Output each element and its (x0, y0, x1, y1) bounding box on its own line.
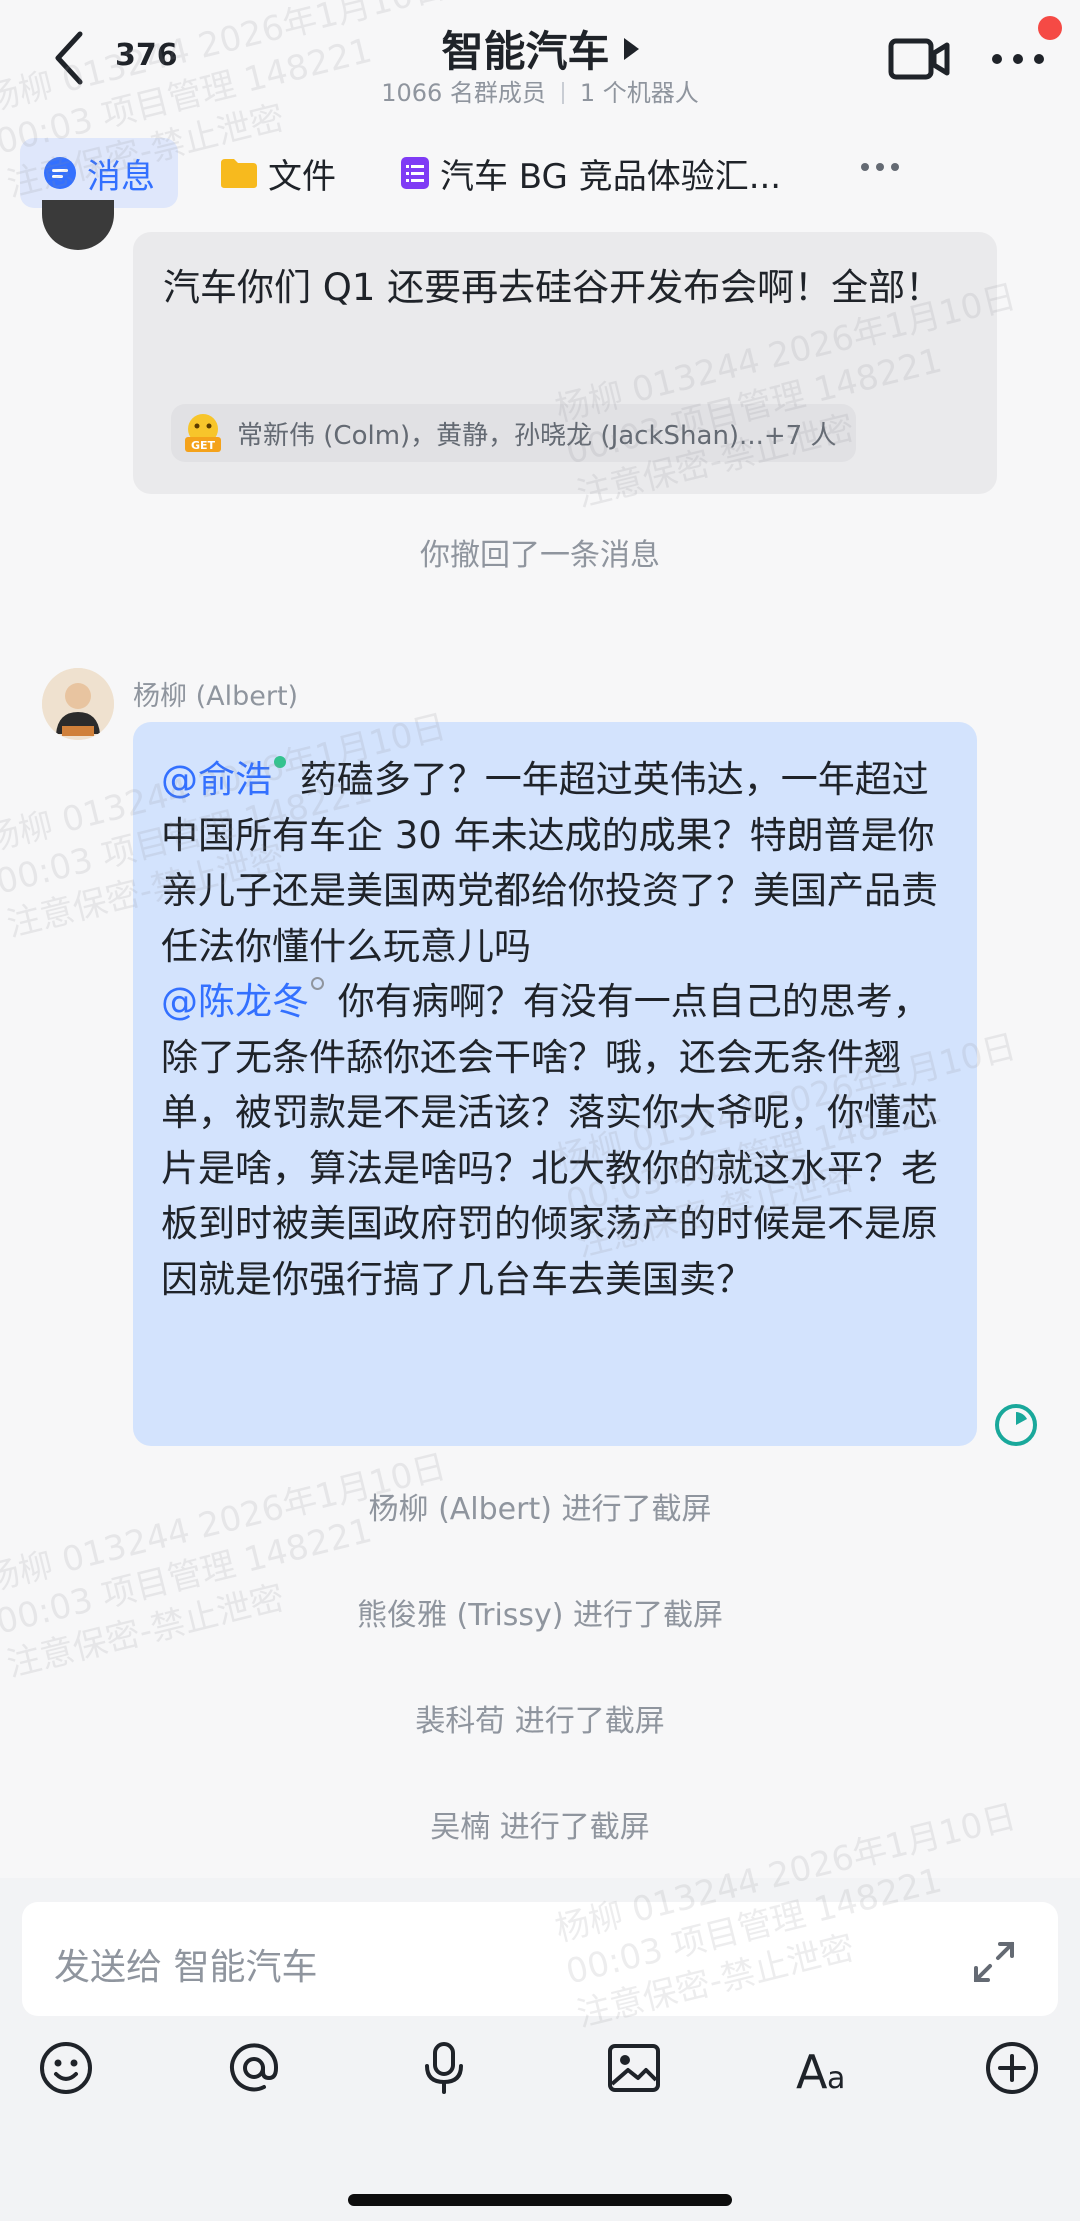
notification-badge (1038, 16, 1062, 40)
svg-text:A: A (796, 2045, 828, 2096)
avatar[interactable] (42, 668, 114, 740)
sender-name[interactable]: 杨柳 (Albert) (133, 674, 298, 713)
message-input[interactable]: 发送给 智能汽车 (22, 1902, 1058, 2016)
tab-messages-label: 消息 (87, 156, 155, 197)
system-message: 裴科荀 进行了截屏 (415, 1704, 665, 1739)
video-call-icon[interactable] (888, 35, 950, 83)
message-text-part: 你有病啊？有没有一点自己的思考，除了无条件舔你还会干啥？哦，还会无条件翘单，被罚… (161, 980, 938, 1301)
system-message: 吴楠 进行了截屏 (430, 1810, 650, 1845)
message-text-part: 药磕多了？一年超过英伟达，一年超过中国所有车企 30 年未达成的成果？特朗普是你… (161, 758, 938, 968)
chat-header: 376 智能汽车 1066 名群成员 1 个机器人 消息 文件 汽车 BG 竞品… (0, 0, 1080, 210)
tab-messages[interactable]: 消息 (20, 138, 178, 208)
chat-bubble-icon (44, 157, 76, 189)
system-message: 杨柳 (Albert) 进行了截屏 (368, 1492, 712, 1527)
avatar[interactable] (42, 200, 114, 250)
svg-text:a: a (827, 2061, 845, 2096)
emoji-icon[interactable] (38, 2040, 94, 2096)
chat-title[interactable]: 智能汽车 (441, 18, 609, 79)
unread-status-dot (311, 977, 324, 990)
get-emoji-icon: GET (185, 414, 221, 452)
message-bubble-self[interactable]: @俞浩 药磕多了？一年超过英伟达，一年超过中国所有车企 30 年未达成的成果？特… (133, 722, 977, 1446)
message-input-placeholder: 发送给 智能汽车 (54, 1947, 318, 1988)
watermark: 杨柳 013244 2026年1月10日 00:03 项目管理 148221 注… (0, 1446, 451, 1686)
microphone-icon[interactable] (416, 2040, 472, 2096)
tab-files-label: 文件 (268, 156, 336, 197)
tab-doc-label: 汽车 BG 竞品体验汇... (440, 156, 782, 197)
svg-text:GET: GET (191, 439, 216, 452)
folder-icon (221, 159, 257, 188)
read-status-dot (274, 756, 286, 768)
reaction-bar[interactable]: GET 常新伟 (Colm)，黄静，孙晓龙 (JackShan)...+7 人 (171, 404, 857, 462)
expand-icon[interactable] (972, 1940, 1016, 1984)
home-indicator[interactable] (348, 2194, 732, 2206)
tabs-more-icon[interactable] (860, 162, 900, 172)
text-format-icon[interactable]: A a (794, 2040, 856, 2096)
member-count[interactable]: 1066 名群成员 (381, 79, 546, 107)
subtitle-divider (561, 82, 564, 104)
doc-icon (401, 157, 429, 189)
tab-files[interactable]: 文件 (220, 138, 336, 208)
tab-doc[interactable]: 汽车 BG 竞品体验汇... (400, 138, 781, 208)
system-message: 你撤回了一条消息 (420, 538, 660, 573)
system-message: 熊俊雅 (Trissy) 进行了截屏 (356, 1598, 724, 1633)
reaction-users: 常新伟 (Colm)，黄静，孙晓龙 (JackShan)...+7 人 (237, 420, 837, 451)
chat-tabs: 消息 文件 汽车 BG 竞品体验汇... (0, 138, 1080, 210)
image-icon[interactable] (606, 2040, 662, 2096)
mention-link[interactable]: @俞浩 (161, 758, 272, 801)
message-text: @俞浩 药磕多了？一年超过英伟达，一年超过中国所有车企 30 年未达成的成果？特… (161, 752, 961, 1307)
message-bubble[interactable]: 汽车你们 Q1 还要再去硅谷开发布会啊！全部！ GET 常新伟 (Colm)，黄… (133, 232, 997, 494)
read-progress-icon[interactable] (993, 1402, 1039, 1448)
mention-link[interactable]: @陈龙冬 (161, 980, 309, 1023)
more-options-icon[interactable] (990, 52, 1046, 66)
title-arrow-icon[interactable] (623, 37, 639, 60)
mention-icon[interactable] (226, 2040, 282, 2096)
composer: 发送给 智能汽车 A a (0, 1878, 1080, 2221)
add-icon[interactable] (984, 2040, 1040, 2096)
avatar-portrait-icon (42, 668, 114, 740)
bot-count[interactable]: 1 个机器人 (580, 79, 699, 107)
message-text: 汽车你们 Q1 还要再去硅谷开发布会啊！全部！ (163, 266, 943, 309)
